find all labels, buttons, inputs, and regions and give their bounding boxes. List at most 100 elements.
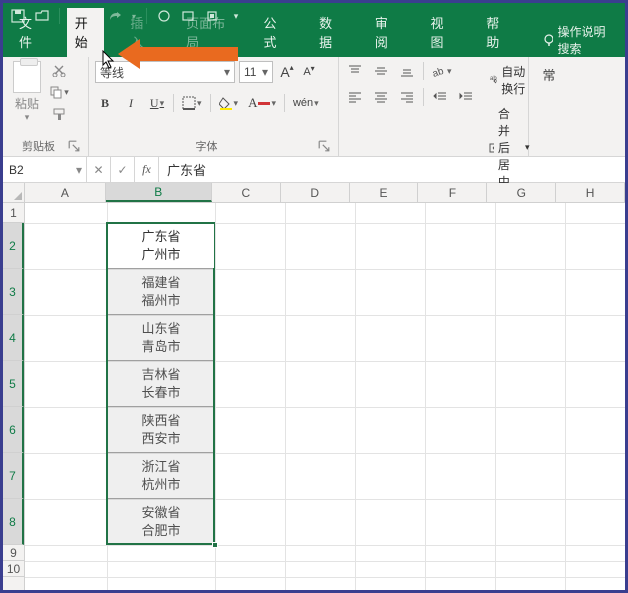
cell-B8[interactable]: 安徽省 合肥市 bbox=[107, 499, 215, 545]
row-header-9[interactable]: 9 bbox=[3, 545, 24, 561]
decrease-indent-icon[interactable] bbox=[430, 87, 450, 107]
phonetic-button[interactable]: wén▾ bbox=[291, 93, 321, 113]
align-right-icon[interactable] bbox=[397, 87, 417, 107]
tab-layout[interactable]: 页面布局 bbox=[178, 8, 237, 57]
enter-formula-icon[interactable]: ✓ bbox=[111, 157, 135, 182]
paste-label: 粘贴 bbox=[15, 95, 39, 112]
name-box[interactable]: B2 ▾ bbox=[3, 157, 87, 182]
font-color-button[interactable]: A▾ bbox=[246, 93, 278, 113]
chevron-down-icon: ▾ bbox=[76, 163, 82, 177]
col-header-A[interactable]: A bbox=[25, 183, 106, 202]
group-clipboard: 粘贴 ▾ ▾ 剪贴板 bbox=[3, 57, 89, 156]
fill-color-button[interactable]: ▾ bbox=[217, 93, 241, 113]
orientation-icon: ab bbox=[432, 64, 446, 78]
tab-data[interactable]: 数据 bbox=[311, 8, 349, 57]
cell-B7[interactable]: 浙江省 杭州市 bbox=[107, 453, 215, 499]
align-middle-icon[interactable] bbox=[371, 61, 391, 81]
group-number: 常 bbox=[529, 57, 569, 156]
row-header-10[interactable]: 10 bbox=[3, 561, 24, 577]
row-header-2[interactable]: 2 bbox=[3, 223, 24, 269]
formula-value: 广东省 bbox=[167, 160, 206, 179]
font-size-value: 11 bbox=[244, 65, 256, 79]
shrink-font-icon[interactable]: A▾ bbox=[299, 62, 319, 82]
group-label-font: 字体 bbox=[95, 136, 318, 154]
wrap-text-button[interactable]: ab 自动换行 bbox=[484, 61, 535, 99]
ribbon-tabs: 文件 开始 插入 页面布局 公式 数据 审阅 视图 帮助 操作说明搜索 bbox=[3, 29, 625, 57]
tab-view[interactable]: 视图 bbox=[423, 8, 461, 57]
select-all-corner[interactable] bbox=[3, 183, 25, 203]
italic-button[interactable]: I bbox=[121, 93, 141, 113]
grow-font-icon[interactable]: A▴ bbox=[277, 62, 297, 82]
clipboard-dialog-launcher-icon[interactable] bbox=[68, 140, 80, 152]
col-header-B[interactable]: B bbox=[106, 183, 212, 202]
row-header-6[interactable]: 6 bbox=[3, 407, 24, 453]
cell-B6[interactable]: 陕西省 西安市 bbox=[107, 407, 215, 453]
ribbon: 粘贴 ▾ ▾ 剪贴板 等线▾ 11▾ bbox=[3, 57, 625, 157]
format-painter-icon[interactable] bbox=[49, 105, 69, 123]
col-header-H[interactable]: H bbox=[556, 183, 625, 202]
tab-insert[interactable]: 插入 bbox=[122, 8, 160, 57]
cell-B2-text: 广东省 广州市 bbox=[107, 223, 215, 269]
column-headers: ABCDEFGH bbox=[25, 183, 625, 203]
cells-area[interactable]: 广东省 广州市福建省 福州市山东省 青岛市吉林省 长春市陕西省 西安市浙江省 杭… bbox=[25, 203, 625, 590]
chevron-down-icon: ▾ bbox=[224, 65, 230, 79]
merge-icon bbox=[489, 141, 494, 155]
lightbulb-icon bbox=[542, 33, 554, 47]
group-alignment: ab▾ ab自动换行 合并后居中▾ 对齐 bbox=[339, 57, 529, 156]
font-name-combo[interactable]: 等线 ▾ bbox=[95, 61, 235, 83]
align-left-icon[interactable] bbox=[345, 87, 365, 107]
col-header-E[interactable]: E bbox=[350, 183, 419, 202]
font-name-value: 等线 bbox=[100, 64, 124, 81]
orientation-button[interactable]: ab▾ bbox=[430, 61, 454, 81]
tell-me-search[interactable]: 操作说明搜索 bbox=[542, 23, 617, 57]
col-header-G[interactable]: G bbox=[487, 183, 556, 202]
col-header-C[interactable]: C bbox=[212, 183, 281, 202]
tab-home[interactable]: 开始 bbox=[67, 8, 105, 57]
tab-file[interactable]: 文件 bbox=[11, 8, 49, 57]
cancel-formula-icon[interactable]: ✕ bbox=[87, 157, 111, 182]
bold-button[interactable]: B bbox=[95, 93, 115, 113]
group-font: 等线 ▾ 11▾ A▴ A▾ B I U▾ ▾ ▾ A▾ bbox=[89, 57, 339, 156]
row-header-4[interactable]: 4 bbox=[3, 315, 24, 361]
underline-button[interactable]: U▾ bbox=[147, 93, 167, 113]
wrap-icon: ab bbox=[489, 73, 497, 87]
cell-B5[interactable]: 吉林省 长春市 bbox=[107, 361, 215, 407]
number-format-label[interactable]: 常 bbox=[542, 61, 555, 84]
paste-button[interactable]: 粘贴 ▾ bbox=[9, 61, 45, 136]
group-label-clipboard: 剪贴板 bbox=[9, 136, 68, 154]
cut-icon[interactable] bbox=[49, 61, 69, 79]
increase-indent-icon[interactable] bbox=[456, 87, 476, 107]
tab-formulas[interactable]: 公式 bbox=[255, 8, 293, 57]
fx-icon[interactable]: fx bbox=[135, 157, 159, 182]
row-headers: 12345678910 bbox=[3, 203, 25, 590]
col-header-F[interactable]: F bbox=[418, 183, 487, 202]
align-bottom-icon[interactable] bbox=[397, 61, 417, 81]
formula-bar: B2 ▾ ✕ ✓ fx 广东省 bbox=[3, 157, 625, 183]
tell-me-label: 操作说明搜索 bbox=[557, 23, 617, 57]
redo-icon[interactable] bbox=[106, 7, 124, 25]
align-top-icon[interactable] bbox=[345, 61, 365, 81]
cell-B4[interactable]: 山东省 青岛市 bbox=[107, 315, 215, 361]
row-header-3[interactable]: 3 bbox=[3, 269, 24, 315]
col-header-D[interactable]: D bbox=[281, 183, 350, 202]
paste-dropdown-icon[interactable]: ▾ bbox=[25, 112, 30, 123]
tab-help[interactable]: 帮助 bbox=[478, 8, 516, 57]
worksheet-grid[interactable]: ABCDEFGH 12345678910 广东省 广州市福建省 福州市山东省 青… bbox=[3, 183, 625, 590]
tab-review[interactable]: 审阅 bbox=[367, 8, 405, 57]
font-size-combo[interactable]: 11▾ bbox=[239, 61, 273, 83]
row-header-1[interactable]: 1 bbox=[3, 203, 24, 223]
copy-icon[interactable]: ▾ bbox=[49, 83, 69, 101]
bucket-icon bbox=[219, 96, 233, 110]
font-dialog-launcher-icon[interactable] bbox=[318, 140, 330, 152]
formula-input[interactable]: 广东省 bbox=[159, 157, 625, 182]
align-center-icon[interactable] bbox=[371, 87, 391, 107]
name-box-value: B2 bbox=[9, 163, 24, 177]
row-header-5[interactable]: 5 bbox=[3, 361, 24, 407]
paste-icon bbox=[13, 61, 41, 93]
row-header-7[interactable]: 7 bbox=[3, 453, 24, 499]
border-button[interactable]: ▾ bbox=[180, 93, 204, 113]
cell-B3[interactable]: 福建省 福州市 bbox=[107, 269, 215, 315]
row-header-8[interactable]: 8 bbox=[3, 499, 24, 545]
wrap-label: 自动换行 bbox=[501, 63, 529, 97]
border-icon bbox=[182, 96, 196, 110]
